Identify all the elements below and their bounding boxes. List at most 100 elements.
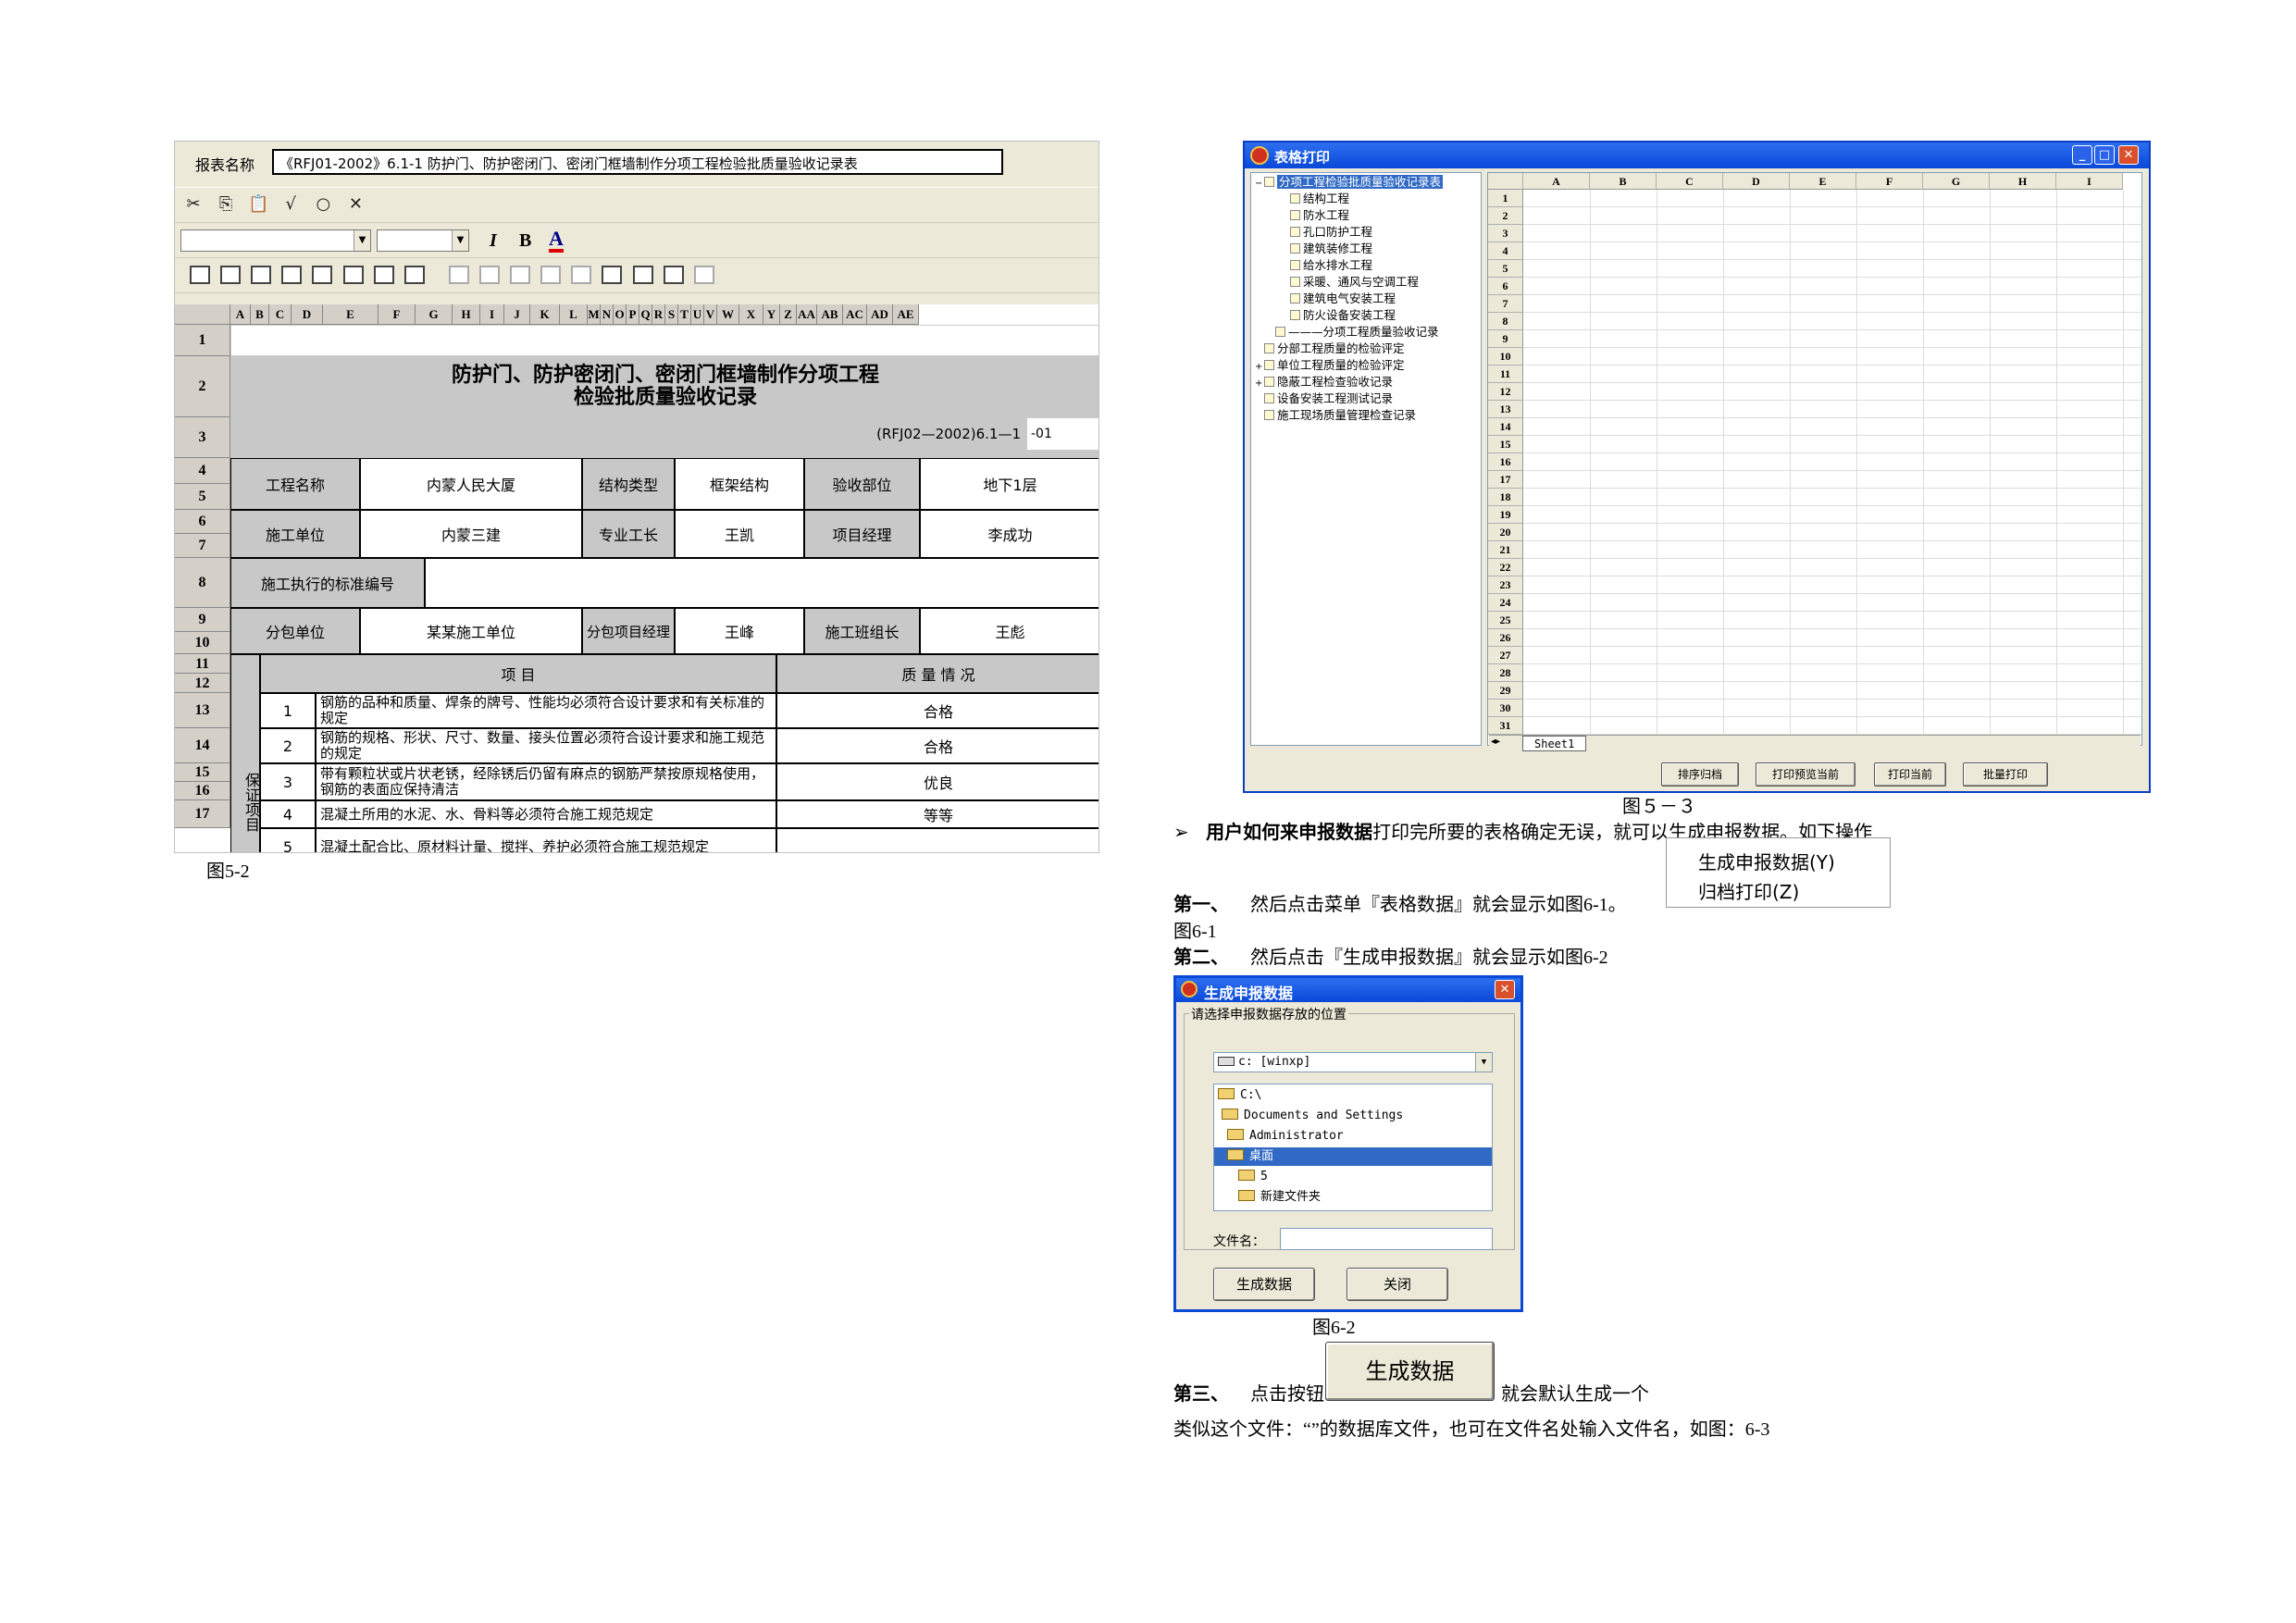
border-outer-icon[interactable] [479,266,501,284]
grid-row-header[interactable]: 2 [1488,207,1523,225]
column-header[interactable]: L [560,304,588,325]
column-header[interactable]: U [691,304,704,325]
report-name-field[interactable]: 《RFJ01-2002》6.1-1 防护门、防护密闭门、密闭门框墙制作分项工程检… [272,149,1003,175]
grid-column-header[interactable]: D [1723,173,1790,190]
minimize-button[interactable]: _ [2072,145,2092,165]
tree-item[interactable]: 孔口防护工程 [1281,224,1372,241]
grid-row-header[interactable]: 14 [1488,418,1523,436]
tree-item[interactable]: − 分项工程检验批质量验收记录表 [1255,174,1444,191]
grid-row-header[interactable]: 10 [1488,348,1523,365]
row-header[interactable]: 17 [175,800,230,828]
grid-row-header[interactable]: 6 [1488,278,1523,295]
grid-row-header[interactable]: 3 [1488,225,1523,242]
copy-icon[interactable]: ⎘ [215,193,237,216]
merge-icon[interactable] [373,266,394,284]
value-foreman[interactable]: 王凯 [675,510,804,558]
italic-button[interactable]: I [490,230,497,252]
column-header[interactable]: M [588,304,601,325]
grid-row-header[interactable]: 20 [1488,524,1523,541]
tree-item[interactable]: 采暖、通风与空调工程 [1281,274,1419,291]
column-header[interactable]: AD [867,304,893,325]
grid-row-header[interactable]: 23 [1488,576,1523,594]
form-code-suffix[interactable]: -01 [1026,417,1098,451]
column-header[interactable]: Q [639,304,652,325]
column-header[interactable]: Z [780,304,797,325]
grid-row-header[interactable]: 16 [1488,453,1523,471]
grid-row-header[interactable]: 5 [1488,260,1523,278]
border-none-icon[interactable] [693,266,714,284]
grid-row-header[interactable]: 25 [1488,612,1523,629]
column-header[interactable]: B [251,304,269,325]
column-header[interactable]: S [665,304,678,325]
tree-item[interactable]: + 隐蔽工程检查验收记录 [1255,374,1393,390]
tree-item[interactable]: 结构工程 [1281,191,1349,207]
tree-item[interactable]: + 单位工程质量的检验评定 [1255,357,1405,374]
menu-item-archive-print[interactable]: 归档打印(Z) [1698,877,1799,904]
column-header[interactable]: I [480,304,504,325]
column-header[interactable]: G [416,304,453,325]
row-header[interactable]: 7 [175,534,230,558]
tree-item[interactable]: 防水工程 [1281,207,1349,224]
row-header[interactable]: 9 [175,608,230,632]
tab-sheet1[interactable]: Sheet1 [1522,736,1587,751]
maximize-button[interactable]: □ [2094,145,2115,165]
row-header[interactable]: 14 [175,728,230,763]
filename-input[interactable] [1280,1228,1493,1250]
tree-item[interactable]: 给水排水工程 [1281,257,1372,274]
item-result[interactable]: 优良 [776,763,1098,800]
tree-item[interactable]: 防火设备安装工程 [1281,307,1396,324]
value-standard-number[interactable] [425,558,1098,608]
bold-button[interactable]: B [519,230,531,252]
border-inner-icon[interactable] [510,266,531,284]
cross-icon[interactable]: ✕ [344,193,366,216]
border-box-icon[interactable] [632,266,653,284]
grid-row-header[interactable]: 31 [1488,717,1523,735]
check-icon[interactable]: √ [279,193,302,216]
grid-column-header[interactable]: A [1523,173,1590,190]
border-all-icon[interactable] [448,266,469,284]
grid-row-header[interactable]: 28 [1488,664,1523,682]
row-header[interactable]: 2 [175,356,230,417]
tree-item[interactable]: 设备安装工程测试记录 [1255,390,1393,407]
folder-item[interactable]: 5 [1238,1168,1268,1186]
column-header[interactable]: AB [817,304,843,325]
row-header[interactable]: 6 [175,510,230,534]
value-construction-unit[interactable]: 内蒙三建 [360,510,582,558]
column-header[interactable]: D [292,304,323,325]
tree-item[interactable]: 建筑装修工程 [1281,241,1372,257]
row-header[interactable]: 12 [175,674,230,693]
column-header[interactable]: P [627,304,639,325]
item-result[interactable]: 等等 [776,800,1098,828]
circle-icon[interactable]: ○ [312,193,334,216]
folder-item[interactable]: Administrator [1227,1127,1344,1146]
tree-item[interactable]: 施工现场质量管理检查记录 [1255,407,1416,424]
row-header[interactable]: 13 [175,693,230,728]
row-header[interactable]: 11 [175,654,230,674]
align-center-icon[interactable] [220,266,242,284]
column-header[interactable]: E [323,304,379,325]
grid-row-header[interactable]: 19 [1488,506,1523,524]
print-action-button[interactable]: 排序归档 [1661,762,1739,787]
table-icon[interactable] [403,266,425,284]
align-right-icon[interactable] [251,266,272,284]
value-structure-type[interactable]: 框架结构 [675,458,804,510]
column-header[interactable]: X [739,304,763,325]
grid-row-header[interactable]: 13 [1488,401,1523,418]
row-header[interactable]: 10 [175,632,230,654]
value-sub-project-manager[interactable]: 王峰 [675,608,804,654]
align-left-icon[interactable] [190,266,211,284]
dialog-close-button[interactable]: 关闭 [1347,1268,1448,1301]
tab-scroll-left-icon[interactable]: ◂▸ [1491,737,1500,747]
dialog-close-icon[interactable]: ✕ [1495,980,1515,999]
print-action-button[interactable]: 打印当前 [1874,762,1946,787]
font-name-select[interactable]: ▼ [180,229,371,252]
row-header[interactable]: 16 [175,782,230,800]
value-project-name[interactable]: 内蒙人民大厦 [360,458,582,510]
grid-row-header[interactable]: 26 [1488,629,1523,647]
cut-icon[interactable]: ✂ [182,193,205,216]
column-header[interactable]: N [601,304,614,325]
grid-row-header[interactable]: 4 [1488,242,1523,260]
grid-row-header[interactable]: 17 [1488,471,1523,489]
grid-row-header[interactable]: 22 [1488,559,1523,576]
value-subcontractor[interactable]: 某某施工单位 [360,608,582,654]
